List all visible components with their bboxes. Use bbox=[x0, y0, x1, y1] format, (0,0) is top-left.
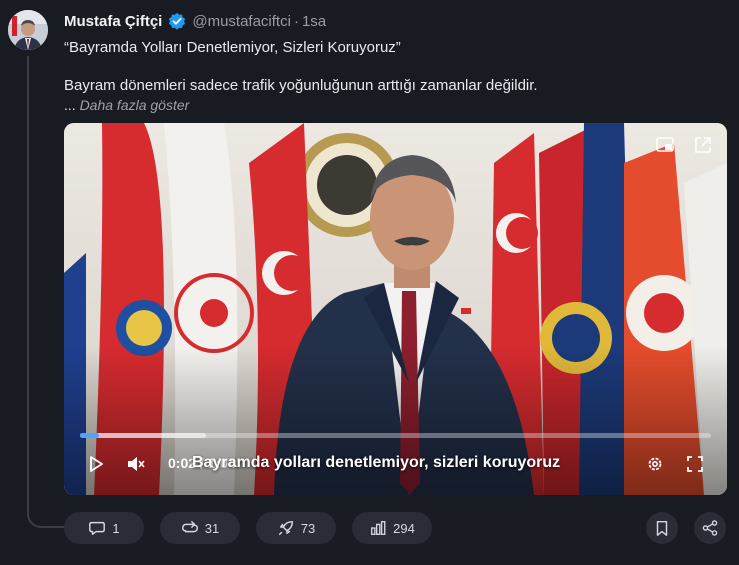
views-button[interactable]: 294 bbox=[352, 512, 432, 544]
post-title-line: “Bayramda Yolları Denetlemiyor, Sizleri … bbox=[64, 39, 401, 56]
share-button[interactable] bbox=[694, 512, 726, 544]
share-icon bbox=[702, 520, 718, 536]
rocket-icon bbox=[278, 520, 293, 536]
play-icon[interactable] bbox=[86, 454, 106, 474]
like-button[interactable]: 73 bbox=[256, 512, 336, 544]
video-subtitle: Bayramda yolları denetlemiyor, sizleri k… bbox=[192, 454, 561, 471]
reply-count: 1 bbox=[112, 520, 120, 536]
author-avatar[interactable] bbox=[8, 10, 48, 50]
author-handle[interactable]: @mustafaciftci bbox=[192, 13, 291, 30]
post-header: Mustafa Çiftçi @mustafaciftci · 1sa bbox=[64, 12, 326, 30]
author-name[interactable]: Mustafa Çiftçi bbox=[64, 13, 162, 30]
mute-icon[interactable] bbox=[126, 454, 146, 474]
reply-button[interactable]: 1 bbox=[64, 512, 144, 544]
reply-icon bbox=[89, 521, 106, 536]
bookmark-icon bbox=[656, 520, 668, 536]
ellipsis: ... bbox=[64, 97, 76, 113]
external-link-icon[interactable] bbox=[693, 135, 713, 155]
separator-dot: · bbox=[293, 12, 299, 30]
avatar-image bbox=[8, 10, 48, 50]
thread-line bbox=[27, 56, 29, 516]
video-player[interactable]: 0:02 / 1:04 Bayramda yolları denetlemiyo… bbox=[64, 123, 727, 495]
like-count: 73 bbox=[300, 520, 316, 536]
show-more-link[interactable]: Daha fazla göster bbox=[80, 97, 190, 113]
repost-count: 31 bbox=[204, 520, 220, 536]
fullscreen-icon[interactable] bbox=[685, 454, 705, 474]
repost-button[interactable]: 31 bbox=[160, 512, 240, 544]
post-time[interactable]: 1sa bbox=[302, 13, 326, 30]
pip-icon[interactable] bbox=[655, 135, 675, 155]
bookmark-button[interactable] bbox=[646, 512, 678, 544]
verified-badge-icon bbox=[169, 12, 186, 30]
progress-fill bbox=[80, 433, 99, 438]
views-icon bbox=[371, 521, 386, 535]
views-count: 294 bbox=[393, 520, 415, 536]
post-body-line: Bayram dönemleri sadece trafik yoğunluğu… bbox=[64, 77, 538, 94]
show-more-row: ... Daha fazla göster bbox=[64, 97, 189, 113]
repost-icon bbox=[181, 520, 198, 533]
thread-curve bbox=[27, 500, 65, 528]
settings-icon[interactable] bbox=[645, 454, 665, 474]
video-frame bbox=[64, 123, 727, 495]
